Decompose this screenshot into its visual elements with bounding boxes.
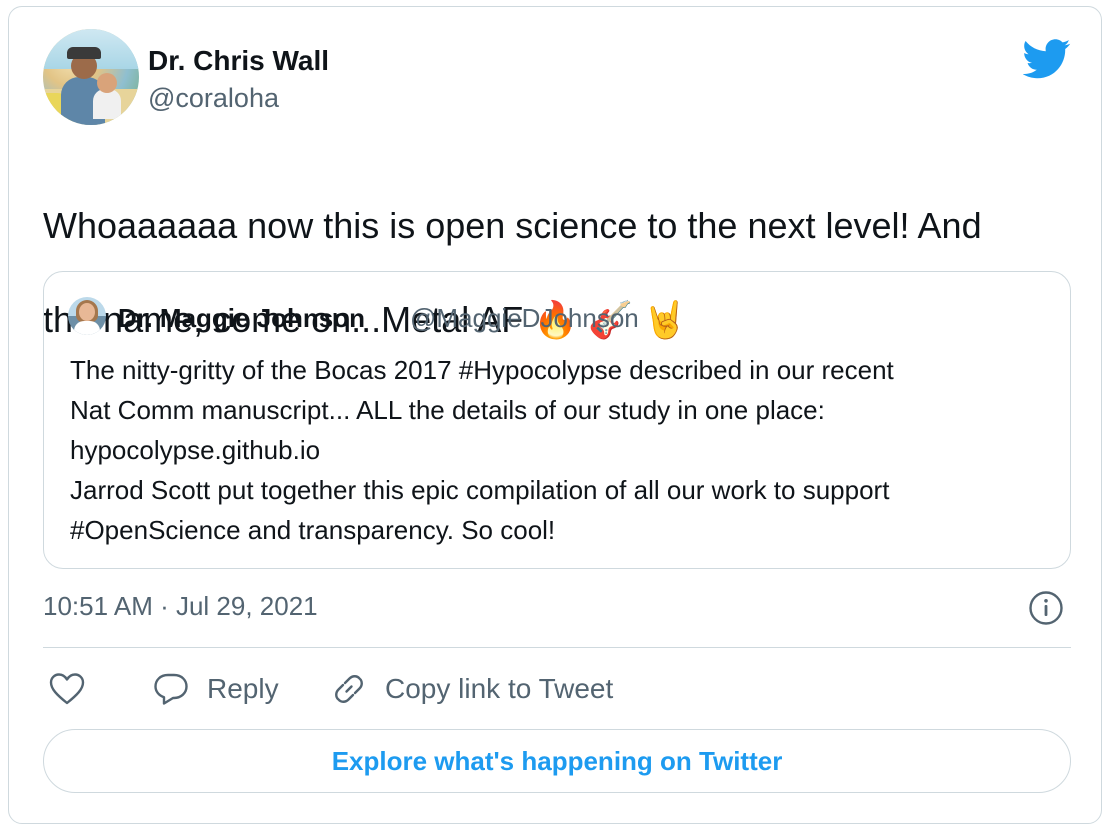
quoted-author-name[interactable]: Dr. Maggie Johnson — [118, 305, 365, 331]
quoted-text-line: Nat Comm manuscript... ALL the details o… — [70, 395, 825, 425]
tweet-timestamp[interactable]: 10:51 AM · Jul 29, 2021 — [43, 593, 318, 619]
reply-button[interactable]: Reply — [153, 669, 279, 709]
quoted-text-line: The nitty-gritty of the Bocas 2017 #Hypo… — [70, 355, 894, 385]
twitter-bird-icon[interactable] — [1023, 39, 1071, 79]
tweet-line-1: Whoaaaaaa now this is open science to th… — [43, 205, 982, 246]
speech-bubble-icon — [154, 673, 188, 705]
quoted-tweet[interactable]: Dr. Maggie Johnson @MaggieDJohnson The n… — [43, 271, 1071, 569]
copy-link-button[interactable]: Copy link to Tweet — [331, 669, 613, 709]
quoted-tweet-text: The nitty-gritty of the Bocas 2017 #Hypo… — [70, 350, 1060, 550]
quoted-author-handle[interactable]: @MaggieDJohnson — [410, 305, 639, 331]
info-icon[interactable] — [1028, 590, 1064, 626]
quoted-author-avatar[interactable] — [68, 297, 106, 335]
heart-icon — [49, 673, 85, 705]
like-button[interactable] — [49, 669, 85, 709]
reply-label: Reply — [207, 673, 279, 704]
explore-twitter-button[interactable]: Explore what's happening on Twitter — [43, 729, 1071, 793]
author-avatar[interactable] — [43, 29, 139, 125]
author-handle[interactable]: @coraloha — [148, 85, 279, 112]
author-name[interactable]: Dr. Chris Wall — [148, 47, 329, 75]
divider — [43, 647, 1071, 648]
quoted-text-line: #OpenScience and transparency. So cool! — [70, 515, 556, 545]
link-icon — [335, 675, 363, 703]
quoted-text-line: hypocolypse.github.io — [70, 435, 321, 465]
copy-link-label: Copy link to Tweet — [385, 673, 614, 704]
tweet-card: Dr. Chris Wall @coraloha Whoaaaaaa now t… — [8, 6, 1102, 824]
quoted-text-line: Jarrod Scott put together this epic comp… — [70, 475, 890, 505]
